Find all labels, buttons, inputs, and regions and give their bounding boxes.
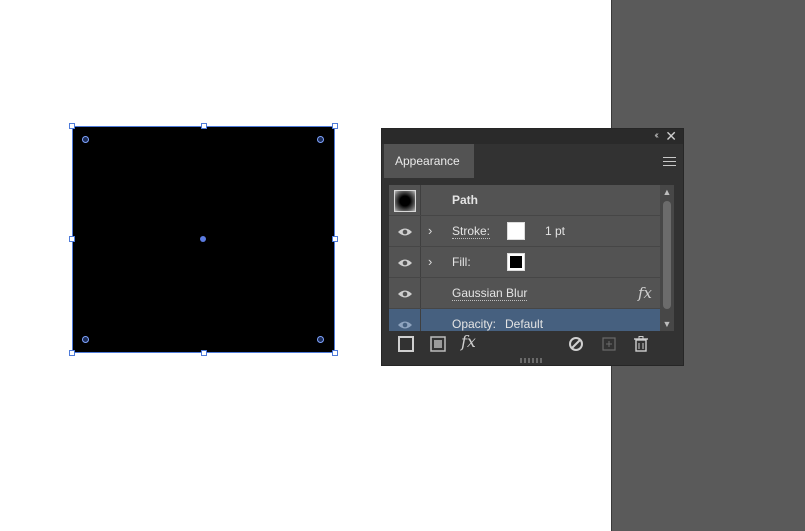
row-label[interactable]: Stroke: <box>452 224 491 239</box>
corner-widget-bottom-right[interactable] <box>317 336 324 343</box>
stroke-weight[interactable]: 1 pt <box>545 224 565 238</box>
row-fill[interactable]: › Fill: <box>389 247 660 278</box>
tab-appearance[interactable]: Appearance <box>384 144 474 178</box>
eye-icon[interactable] <box>397 320 413 330</box>
row-stroke[interactable]: › Stroke: 1 pt <box>389 216 660 247</box>
panel-footer: fx <box>382 332 683 357</box>
chevron-right-icon[interactable]: › <box>428 254 432 269</box>
handle-top-right[interactable] <box>332 123 338 129</box>
path-thumbnail <box>394 190 416 212</box>
appearance-panel: ‹‹ ✕ Appearance Path › Stroke: 1 pt › Fi… <box>381 128 684 366</box>
center-point <box>200 236 206 242</box>
close-icon[interactable]: ✕ <box>665 128 677 145</box>
eye-icon[interactable] <box>397 258 413 268</box>
eye-icon[interactable] <box>397 289 413 299</box>
handle-bottom-left[interactable] <box>69 350 75 356</box>
row-opacity[interactable]: Opacity: Default <box>389 309 660 331</box>
row-path[interactable]: Path <box>389 185 660 216</box>
column-divider <box>420 278 421 308</box>
corner-widget-top-right[interactable] <box>317 136 324 143</box>
fill-color-swatch[interactable] <box>507 253 525 271</box>
hamburger-menu-icon[interactable] <box>663 157 676 166</box>
handle-middle-right[interactable] <box>332 236 338 242</box>
add-new-stroke-icon[interactable] <box>397 335 415 353</box>
panel-resize-gripper[interactable] <box>520 358 544 363</box>
column-divider <box>420 216 421 246</box>
scroll-up-icon[interactable]: ▲ <box>662 187 672 197</box>
column-divider <box>420 247 421 277</box>
row-label: Fill: <box>452 255 471 269</box>
add-new-fill-icon[interactable] <box>429 335 447 353</box>
collapse-panel-icon[interactable]: ‹‹ <box>654 130 658 141</box>
handle-top-middle[interactable] <box>201 123 207 129</box>
tab-row: Appearance <box>382 144 683 178</box>
handle-top-left[interactable] <box>69 123 75 129</box>
handle-bottom-middle[interactable] <box>201 350 207 356</box>
row-label: Path <box>452 193 479 207</box>
appearance-list: Path › Stroke: 1 pt › Fill: Gaussian Blu… <box>389 185 660 331</box>
corner-widget-bottom-left[interactable] <box>82 336 89 343</box>
scroll-thumb[interactable] <box>663 201 671 309</box>
eye-icon[interactable] <box>397 227 413 237</box>
column-divider <box>420 185 421 215</box>
panel-title-bar[interactable]: ‹‹ ✕ <box>382 128 683 145</box>
scroll-down-icon[interactable]: ▼ <box>662 319 672 329</box>
clear-appearance-icon[interactable] <box>567 335 585 353</box>
corner-widget-top-left[interactable] <box>82 136 89 143</box>
row-label[interactable]: Opacity: <box>452 317 496 331</box>
opacity-value[interactable]: Default <box>505 317 543 331</box>
stroke-color-swatch[interactable] <box>507 222 525 240</box>
add-effect-fx-icon[interactable]: fx <box>461 332 485 351</box>
column-divider <box>420 309 421 331</box>
duplicate-item-icon <box>600 335 618 353</box>
chevron-right-icon[interactable]: › <box>428 223 432 238</box>
fx-icon[interactable]: fx <box>638 284 652 302</box>
list-scrollbar[interactable]: ▲ ▼ <box>660 185 674 331</box>
trash-icon[interactable] <box>632 335 650 353</box>
handle-bottom-right[interactable] <box>332 350 338 356</box>
handle-middle-left[interactable] <box>69 236 75 242</box>
row-gaussian-blur[interactable]: Gaussian Blur fx <box>389 278 660 309</box>
row-label[interactable]: Gaussian Blur <box>452 286 528 301</box>
